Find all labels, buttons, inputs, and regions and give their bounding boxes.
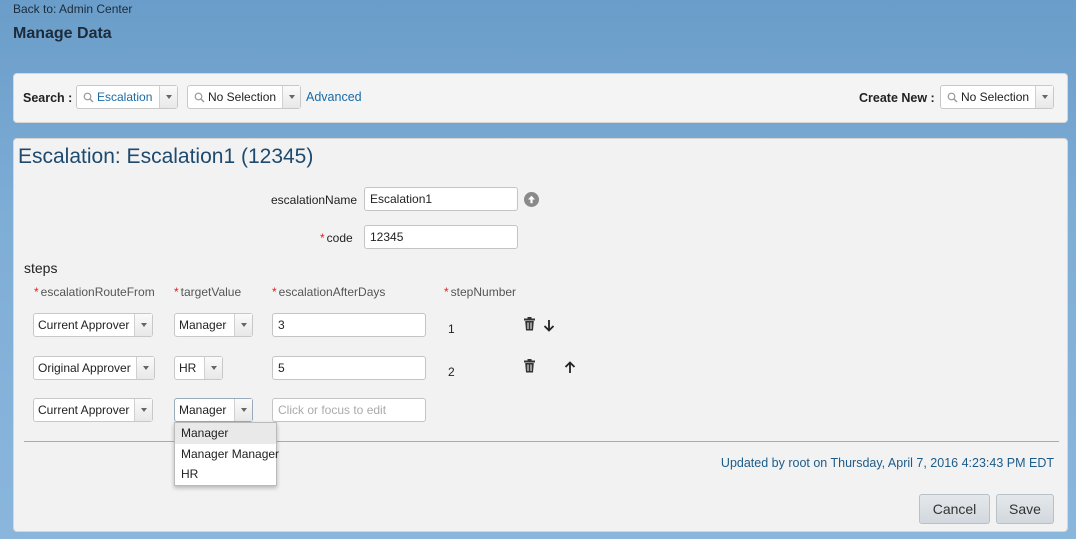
advanced-search-link[interactable]: Advanced xyxy=(306,90,362,104)
column-header-text: escalationAfterDays xyxy=(278,285,386,299)
required-marker: * xyxy=(272,285,277,299)
trash-icon[interactable] xyxy=(521,316,537,332)
column-header-escalation-route-from: * escalationRouteFrom xyxy=(34,285,155,299)
escalation-name-field[interactable]: Escalation1 xyxy=(364,187,518,211)
create-new-combo[interactable]: No Selection xyxy=(940,85,1054,109)
chevron-down-icon[interactable] xyxy=(1035,86,1053,108)
search-label: Search : xyxy=(23,91,73,105)
step-number: 2 xyxy=(448,365,455,379)
chevron-down-icon[interactable] xyxy=(282,86,300,108)
back-to-admin-center-link[interactable]: Back to: Admin Center xyxy=(13,2,132,16)
route-from-select[interactable]: Current Approver xyxy=(33,313,153,337)
record-title: Escalation: Escalation1 (12345) xyxy=(18,145,314,168)
route-from-value: Original Approver xyxy=(38,361,131,375)
updated-by-text: Updated by root on Thursday, April 7, 20… xyxy=(720,456,1054,470)
target-value-select[interactable]: Manager xyxy=(174,398,253,422)
column-header-step-number: * stepNumber xyxy=(444,285,516,299)
route-from-select[interactable]: Current Approver xyxy=(33,398,153,422)
search-type-value: Escalation xyxy=(97,90,153,104)
column-header-target-value: * targetValue xyxy=(174,285,241,299)
arrow-down-icon[interactable] xyxy=(541,317,557,333)
record-panel: Escalation: Escalation1 (12345) escalati… xyxy=(13,138,1068,532)
cancel-button[interactable]: Cancel xyxy=(919,494,990,524)
search-icon xyxy=(81,92,95,103)
target-value-value: Manager xyxy=(179,403,227,417)
target-value-select[interactable]: Manager xyxy=(174,313,253,337)
page-title: Manage Data xyxy=(13,25,112,42)
route-from-select[interactable]: Original Approver xyxy=(33,356,155,380)
target-value-value: Manager xyxy=(179,318,227,332)
dropdown-option[interactable]: Manager Manager xyxy=(175,444,279,465)
column-header-escalation-after-days: * escalationAfterDays xyxy=(272,285,385,299)
chevron-down-icon[interactable] xyxy=(134,399,152,421)
escalation-name-label: escalationName xyxy=(271,193,358,207)
required-marker: * xyxy=(34,285,39,299)
target-value-select[interactable]: HR xyxy=(174,356,223,380)
save-button[interactable]: Save xyxy=(996,494,1054,524)
escalation-after-days-field[interactable]: Click or focus to edit xyxy=(272,398,426,422)
column-header-text: escalationRouteFrom xyxy=(40,285,155,299)
search-icon xyxy=(945,92,959,103)
create-new-label: Create New : xyxy=(859,91,935,105)
route-from-value: Current Approver xyxy=(38,318,130,332)
search-type-combo[interactable]: Escalation xyxy=(76,85,178,109)
chevron-down-icon[interactable] xyxy=(136,357,154,379)
required-marker: * xyxy=(444,285,449,299)
search-panel: Search : Escalation No Selection Advance… xyxy=(13,73,1068,123)
search-icon xyxy=(192,92,206,103)
column-header-text: targetValue xyxy=(180,285,242,299)
route-from-value: Current Approver xyxy=(38,403,130,417)
dropdown-option[interactable]: Manager xyxy=(175,423,276,444)
steps-section-title: steps xyxy=(24,260,58,276)
arrow-up-icon[interactable] xyxy=(562,359,578,375)
code-label: * code xyxy=(320,231,353,245)
escalation-after-days-field[interactable]: 3 xyxy=(272,313,426,337)
chevron-down-icon[interactable] xyxy=(234,399,252,421)
code-field[interactable]: 12345 xyxy=(364,225,518,249)
required-marker: * xyxy=(174,285,179,299)
required-marker: * xyxy=(320,231,325,245)
column-header-text: stepNumber xyxy=(450,285,517,299)
help-icon[interactable] xyxy=(524,192,539,207)
escalation-after-days-field[interactable]: 5 xyxy=(272,356,426,380)
target-value-value: HR xyxy=(179,361,197,375)
search-object-value: No Selection xyxy=(208,90,277,104)
dropdown-option[interactable]: HR xyxy=(175,464,276,485)
chevron-down-icon[interactable] xyxy=(234,314,252,336)
code-label-text: code xyxy=(326,231,353,245)
search-object-combo[interactable]: No Selection xyxy=(187,85,301,109)
chevron-down-icon[interactable] xyxy=(159,86,177,108)
target-value-dropdown-list: Manager Manager Manager HR xyxy=(174,422,279,486)
chevron-down-icon[interactable] xyxy=(134,314,152,336)
chevron-down-icon[interactable] xyxy=(204,357,222,379)
step-number: 1 xyxy=(448,322,455,336)
trash-icon[interactable] xyxy=(521,358,537,374)
create-new-value: No Selection xyxy=(961,90,1030,104)
